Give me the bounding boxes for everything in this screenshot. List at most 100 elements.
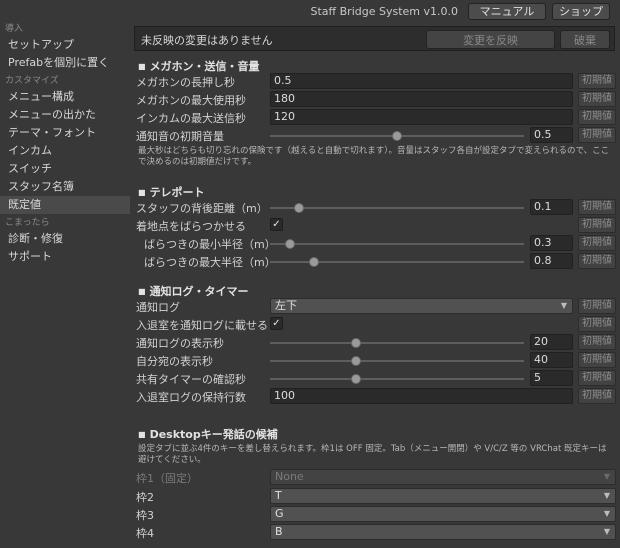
row-notify-volume: 通知音の初期音量 0.5 初期値 xyxy=(134,126,620,144)
sidebar-item-switch[interactable]: スイッチ xyxy=(0,160,130,178)
sidebar-item-prefab[interactable]: Prefabを個別に置く xyxy=(0,54,130,72)
label-history-rows: 入退室ログの保持行数 xyxy=(136,391,246,404)
reset-button[interactable]: 初期値 xyxy=(578,109,616,125)
sidebar-heading-setup: 導入 xyxy=(5,24,24,34)
row-slot2: 枠2 T ▼ xyxy=(134,487,620,505)
notify-log-value: 左下 xyxy=(275,299,297,312)
sidebar-item-diagnose[interactable]: 診断・修復 xyxy=(0,230,130,248)
row-history-rows: 入退室ログの保持行数 100 初期値 xyxy=(134,387,620,405)
row-max-radius: ばらつきの最大半径（m） 0.8 初期値 xyxy=(134,252,620,270)
reset-button[interactable]: 初期値 xyxy=(578,91,616,107)
sidebar-item-defaults[interactable]: 既定値 xyxy=(0,196,130,214)
sidebar-item-menu-appearance[interactable]: メニューの出かた xyxy=(0,106,130,124)
sidebar-item-theme-font[interactable]: テーマ・フォント xyxy=(0,124,130,142)
incom-max-field[interactable]: 120 xyxy=(270,109,573,125)
checkmark-icon: ✓ xyxy=(272,219,281,230)
back-distance-field[interactable]: 0.1 xyxy=(530,199,573,215)
entry-log-checkbox[interactable]: ✓ xyxy=(270,317,283,330)
reset-button[interactable]: 初期値 xyxy=(578,334,616,350)
notify-log-dropdown[interactable]: 左下 ▼ xyxy=(270,298,573,314)
slot2-dropdown[interactable]: T ▼ xyxy=(270,488,616,504)
slot3-dropdown[interactable]: G ▼ xyxy=(270,506,616,522)
timer-slider-track[interactable] xyxy=(270,378,524,380)
min-radius-field[interactable]: 0.3 xyxy=(530,235,573,251)
timer-slider-thumb[interactable] xyxy=(351,374,362,384)
row-min-radius: ばらつきの最小半径（m） 0.3 初期値 xyxy=(134,234,620,252)
min-radius-slider-thumb[interactable] xyxy=(284,239,295,249)
sidebar-item-setup[interactable]: セットアップ xyxy=(0,36,130,54)
sidebar-item-support[interactable]: サポート xyxy=(0,248,130,266)
sidebar-item-staff-roster[interactable]: スタッフ名簿 xyxy=(0,178,130,196)
reset-button[interactable]: 初期値 xyxy=(578,199,616,215)
reset-button[interactable]: 初期値 xyxy=(578,352,616,368)
row-entry-log: 入退室を通知ログに載せる ✓ 初期値 xyxy=(134,315,620,333)
slot1-dropdown: None ▼ xyxy=(270,469,616,485)
back-distance-slider-thumb[interactable] xyxy=(294,203,305,213)
slot1-value: None xyxy=(275,470,304,483)
system-name: Staff Bridge System v1.0.0 xyxy=(310,4,458,18)
row-timer-confirm: 共有タイマーの確認秒 5 初期値 xyxy=(134,369,620,387)
slot2-value: T xyxy=(275,489,282,502)
dropdown-arrow-icon: ▼ xyxy=(603,509,610,518)
label-megaphone-max-use: メガホンの最大使用秒 xyxy=(136,94,246,107)
self-seconds-slider-thumb[interactable] xyxy=(351,356,362,366)
reset-button[interactable]: 初期値 xyxy=(578,127,616,143)
dropdown-arrow-icon: ▼ xyxy=(603,527,610,536)
apply-changes-button[interactable]: 変更を反映 xyxy=(426,30,555,49)
dropdown-arrow-icon: ▼ xyxy=(603,472,610,481)
megaphone-note: 最大秒はどちらも切り忘れの保険です（越えると自動で切れます）。音量はスタッフ各自… xyxy=(138,146,610,167)
sidebar-item-incom[interactable]: インカム xyxy=(0,142,130,160)
shop-button[interactable]: ショップ xyxy=(552,2,610,20)
reset-button[interactable]: 初期値 xyxy=(578,370,616,386)
log-seconds-field[interactable]: 20 xyxy=(530,334,573,350)
row-incom-max: インカムの最大送信秒 120 初期値 xyxy=(134,108,620,126)
self-seconds-field[interactable]: 40 xyxy=(530,352,573,368)
min-radius-slider-track[interactable] xyxy=(270,243,524,245)
dropdown-arrow-icon: ▼ xyxy=(603,491,610,500)
sidebar-item-menu-layout[interactable]: メニュー構成 xyxy=(0,88,130,106)
label-slot2: 枠2 xyxy=(136,491,154,504)
label-slot3: 枠3 xyxy=(136,509,154,522)
label-back-distance: スタッフの背後距離（m） xyxy=(136,202,268,215)
volume-field[interactable]: 0.5 xyxy=(530,127,573,143)
label-self-seconds: 自分宛の表示秒 xyxy=(136,355,213,368)
manual-button[interactable]: マニュアル xyxy=(468,2,546,20)
label-megaphone-long-press: メガホンの長押し秒 xyxy=(136,76,235,89)
reset-button[interactable]: 初期値 xyxy=(578,316,616,332)
scatter-checkbox[interactable]: ✓ xyxy=(270,218,283,231)
megaphone-long-press-field[interactable]: 0.5 xyxy=(270,73,573,89)
row-scatter-landing: 着地点をばらつかせる ✓ 初期値 xyxy=(134,216,620,234)
label-scatter-landing: 着地点をばらつかせる xyxy=(136,220,246,233)
row-slot3: 枠3 G ▼ xyxy=(134,505,620,523)
top-bar: Staff Bridge System v1.0.0 マニュアル ショップ xyxy=(0,0,620,22)
log-seconds-slider-track[interactable] xyxy=(270,342,524,344)
timer-field[interactable]: 5 xyxy=(530,370,573,386)
megaphone-max-use-field[interactable]: 180 xyxy=(270,91,573,107)
status-bar: 未反映の変更はありません 変更を反映 破棄 xyxy=(134,26,615,51)
history-rows-field[interactable]: 100 xyxy=(270,388,573,404)
status-message: 未反映の変更はありません xyxy=(141,34,273,47)
reset-button[interactable]: 初期値 xyxy=(578,253,616,269)
label-slot4: 枠4 xyxy=(136,527,154,540)
reset-button[interactable]: 初期値 xyxy=(578,388,616,404)
reset-button[interactable]: 初期値 xyxy=(578,235,616,251)
reset-button[interactable]: 初期値 xyxy=(578,73,616,89)
checkmark-icon: ✓ xyxy=(272,318,281,329)
max-radius-slider-thumb[interactable] xyxy=(309,257,320,267)
reset-button[interactable]: 初期値 xyxy=(578,217,616,233)
self-seconds-slider-track[interactable] xyxy=(270,360,524,362)
slot3-value: G xyxy=(275,507,284,520)
back-distance-slider-track[interactable] xyxy=(270,207,524,209)
slot4-dropdown[interactable]: B ▼ xyxy=(270,524,616,540)
label-entry-log: 入退室を通知ログに載せる xyxy=(136,319,268,332)
row-megaphone-max-use: メガホンの最大使用秒 180 初期値 xyxy=(134,90,620,108)
label-max-radius: ばらつきの最大半径（m） xyxy=(144,256,276,269)
slot4-value: B xyxy=(275,525,283,538)
discard-button[interactable]: 破棄 xyxy=(560,30,610,49)
label-notify-log: 通知ログ xyxy=(136,301,180,314)
main-panel: 未反映の変更はありません 変更を反映 破棄 メガホン・送信・音量 メガホンの長押… xyxy=(134,22,620,548)
log-seconds-slider-thumb[interactable] xyxy=(351,338,362,348)
volume-slider-thumb[interactable] xyxy=(392,131,402,141)
max-radius-field[interactable]: 0.8 xyxy=(530,253,573,269)
reset-button[interactable]: 初期値 xyxy=(578,298,616,314)
